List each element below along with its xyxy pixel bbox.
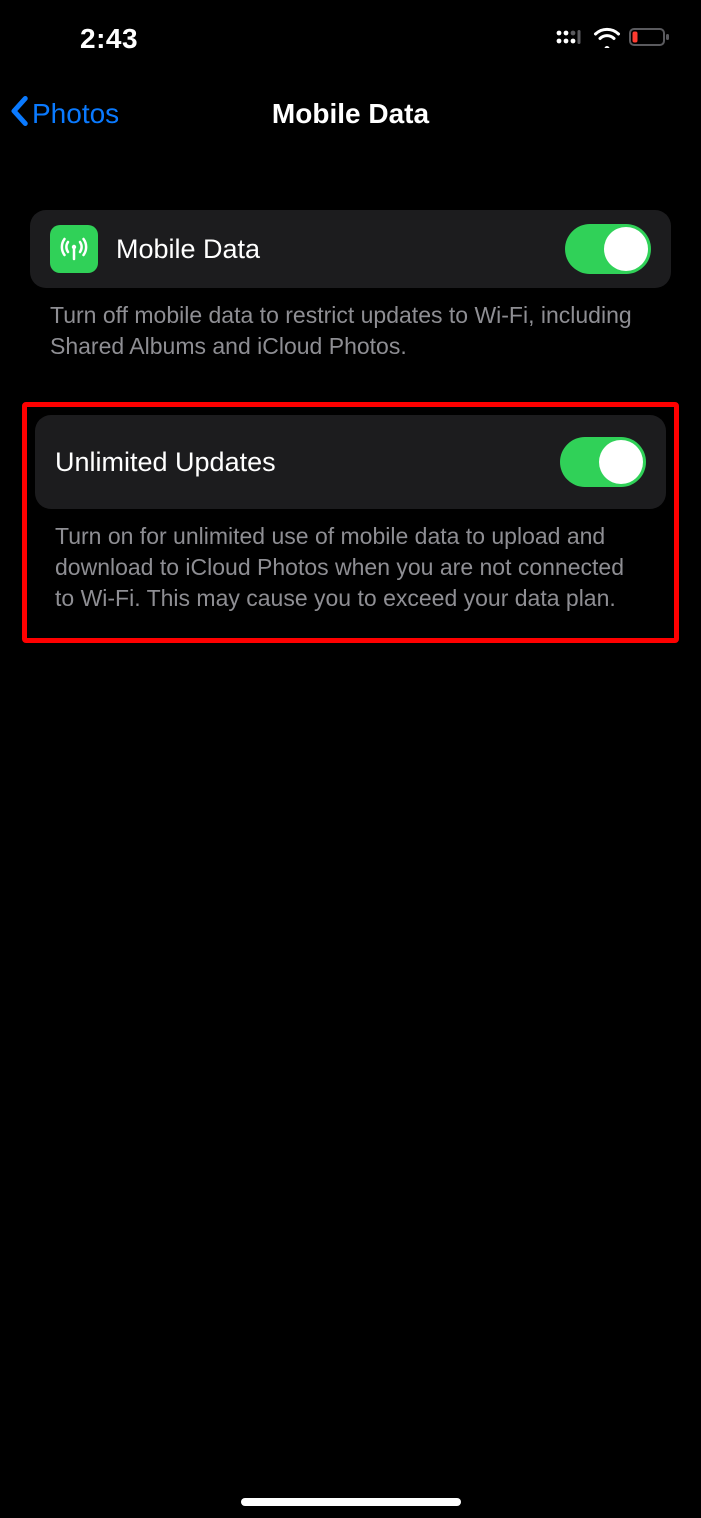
cellular-icon [555, 27, 585, 52]
nav-bar: Photos Mobile Data [0, 70, 701, 150]
unlimited-updates-toggle[interactable] [560, 437, 646, 487]
toggle-knob [604, 227, 648, 271]
back-button[interactable]: Photos [10, 96, 119, 133]
mobile-data-footer: Turn off mobile data to restrict updates… [30, 288, 671, 362]
content: Mobile Data Turn off mobile data to rest… [0, 150, 701, 643]
highlight-annotation: Unlimited Updates Turn on for unlimited … [22, 402, 679, 643]
unlimited-updates-label: Unlimited Updates [55, 447, 542, 478]
toggle-knob [599, 440, 643, 484]
status-time: 2:43 [30, 23, 138, 55]
page-title: Mobile Data [272, 98, 429, 130]
home-indicator[interactable] [241, 1498, 461, 1506]
unlimited-updates-footer: Turn on for unlimited use of mobile data… [33, 509, 668, 614]
mobile-data-row: Mobile Data [30, 210, 671, 288]
mobile-data-label: Mobile Data [116, 234, 547, 265]
battery-icon [629, 27, 671, 52]
wifi-icon [593, 26, 621, 53]
back-label: Photos [32, 98, 119, 130]
unlimited-updates-row: Unlimited Updates [35, 415, 666, 509]
chevron-left-icon [10, 96, 28, 133]
cellular-app-icon [50, 225, 98, 273]
status-bar: 2:43 [0, 0, 701, 70]
mobile-data-toggle[interactable] [565, 224, 651, 274]
status-icons [555, 26, 671, 53]
